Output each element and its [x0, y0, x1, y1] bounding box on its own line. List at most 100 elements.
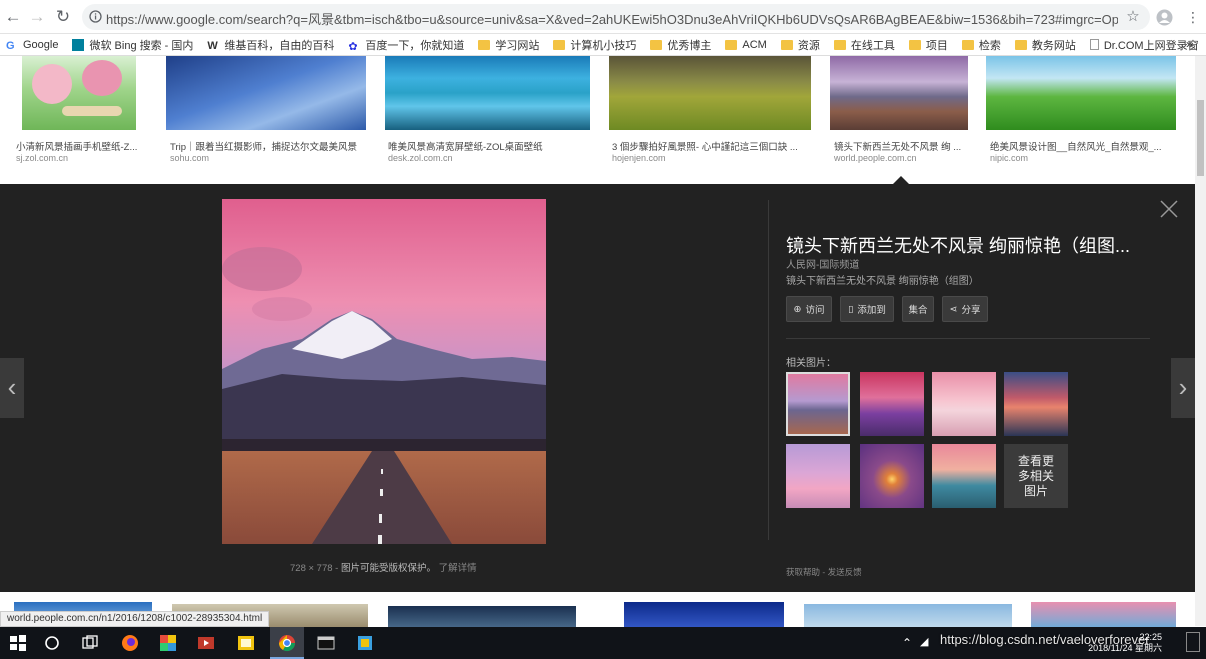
bookmarks-bar: G Google 微软 Bing 搜索 - 国内 W 维基百科，自由的百科 ✿ 百度一… — [0, 34, 1206, 56]
bookmark-drcom[interactable]: Dr.COM上网登录窗 — [1089, 37, 1199, 53]
selection-pointer — [893, 176, 909, 184]
result-thumb[interactable] — [388, 606, 576, 627]
bookmark-google[interactable]: G Google — [6, 39, 58, 52]
bookmark-bing[interactable]: 微软 Bing 搜索 - 国内 — [72, 37, 193, 53]
clock-time: 22:25 — [1139, 632, 1162, 642]
folder-icon — [553, 39, 566, 50]
file-manager-icon[interactable] — [236, 633, 256, 653]
result-title[interactable]: 3 個步驟拍好風景照- 心中謹記這三個口訣 ... — [612, 139, 812, 153]
help-link[interactable]: 获取帮助 — [786, 567, 820, 577]
send-feedback-link[interactable]: 发送反馈 — [828, 567, 862, 577]
result-title[interactable]: 绝美风景设计图__自然风光_自然景观_... — [990, 139, 1170, 153]
bookmark-folder-tips[interactable]: 计算机小技巧 — [553, 37, 636, 53]
results-strip: 小清新风景插画手机壁纸-Z... sj.zol.com.cn Trip｜跟着当红… — [0, 56, 1195, 184]
result-thumb[interactable] — [609, 56, 811, 130]
result-thumb[interactable] — [804, 604, 1012, 627]
bookmark-folder-bloggers[interactable]: 优秀博主 — [650, 37, 711, 53]
related-image[interactable] — [932, 372, 996, 436]
search-icon[interactable] — [42, 633, 62, 653]
share-icon: ⋖ — [949, 303, 958, 315]
forward-icon[interactable]: → — [26, 6, 48, 28]
bookmark-folder-tools[interactable]: 在线工具 — [833, 37, 895, 53]
windows-start-icon[interactable] — [8, 633, 28, 653]
globe-icon: ⊕ — [793, 303, 802, 315]
collection-button[interactable]: 集合 — [902, 296, 934, 322]
chrome-icon — [278, 635, 296, 652]
image-size: 728 × 778 — [290, 563, 333, 574]
related-image[interactable] — [932, 444, 996, 508]
folder-icon — [478, 39, 491, 50]
result-title[interactable]: Trip｜跟着当红摄影师，捕捉达尔文最美风景 — [170, 139, 370, 153]
result-thumb[interactable] — [385, 56, 590, 130]
visit-button[interactable]: ⊕ 访问 — [786, 296, 832, 322]
related-image[interactable] — [860, 372, 924, 436]
bookmark-folder-projects[interactable]: 项目 — [908, 37, 948, 53]
result-title[interactable]: 小清新风景插画手机壁纸-Z... — [16, 139, 156, 153]
folder-icon — [780, 39, 793, 50]
result-thumb[interactable] — [1031, 602, 1176, 627]
google-icon: G — [6, 39, 15, 52]
bookmark-folder-acm[interactable]: ACM — [725, 39, 767, 51]
learn-more-link[interactable]: 了解详情 — [439, 563, 477, 574]
related-images-label: 相关图片： — [786, 358, 836, 369]
bookmark-folder-study[interactable]: 学习网站 — [478, 37, 539, 53]
section-divider — [786, 338, 1150, 339]
related-image[interactable] — [860, 444, 924, 508]
bookmark-folder-academic[interactable]: 教务网站 — [1014, 37, 1076, 53]
link-status-bubble: world.people.com.cn/n1/2016/1208/c1002-2… — [0, 611, 270, 627]
menu-icon[interactable]: ⋮ — [1182, 6, 1204, 28]
feedback-links: 获取帮助 - 发送反馈 — [786, 567, 862, 577]
notification-icon[interactable] — [1186, 632, 1200, 652]
clock-date: 2018/11/24 星期六 — [1088, 643, 1162, 653]
result-domain: world.people.com.cn — [834, 153, 917, 163]
panel-description: 镜头下新西兰无处不风景 绚丽惊艳（组图） — [786, 276, 979, 287]
related-image[interactable] — [786, 444, 850, 508]
result-thumb[interactable] — [166, 56, 366, 130]
app-grid-icon[interactable] — [158, 633, 178, 653]
panel-source[interactable]: 人民网-国际频道 — [786, 256, 859, 271]
related-image[interactable] — [1004, 372, 1068, 436]
bing-icon — [72, 38, 85, 51]
share-button[interactable]: ⋖ 分享 — [942, 296, 988, 322]
bookmark-folder-resources[interactable]: 资源 — [780, 37, 820, 53]
save-to-button[interactable]: ▯ 添加到 — [840, 296, 894, 322]
preview-image[interactable] — [222, 199, 546, 544]
result-title[interactable]: 镜头下新西兰无处不风景 绚 ... — [834, 139, 974, 153]
bookmark-wikipedia[interactable]: W 维基百科，自由的百科 — [207, 37, 334, 53]
result-thumb[interactable] — [986, 56, 1176, 130]
panel-title[interactable]: 镜头下新西兰无处不风景 绚丽惊艳（组图... — [786, 232, 1130, 258]
result-domain: hojenjen.com — [612, 153, 666, 163]
result-domain: desk.zol.com.cn — [388, 153, 453, 163]
related-image[interactable] — [786, 372, 850, 436]
baidu-icon: ✿ — [348, 40, 358, 53]
result-title[interactable]: 唯美风景高清宽屏壁纸-ZOL桌面壁纸 — [388, 139, 588, 153]
firefox-icon[interactable] — [120, 633, 140, 653]
wikipedia-icon: W — [207, 39, 218, 52]
reload-icon[interactable]: ↻ — [52, 6, 74, 28]
url-input[interactable]: https://www.google.com/search?q=风景&tbm=i… — [82, 4, 1150, 30]
profile-icon[interactable] — [1156, 9, 1173, 26]
bookmark-baidu[interactable]: ✿ 百度一下，你就知道 — [348, 37, 464, 53]
terminal-icon[interactable] — [316, 633, 336, 653]
folder-icon — [1014, 39, 1027, 50]
chevron-up-icon[interactable]: ⌃ — [902, 636, 912, 650]
result-thumb-selected[interactable] — [830, 56, 968, 130]
network-icon[interactable]: ◢ — [920, 635, 928, 648]
next-image-button[interactable]: › — [1171, 358, 1195, 418]
taskbar-clock[interactable]: 22:25 2018/11/24 星期六 — [1082, 632, 1162, 654]
more-bookmarks-button[interactable]: » — [1186, 37, 1193, 51]
scrollbar-thumb[interactable] — [1197, 100, 1204, 176]
back-icon[interactable]: ← — [2, 6, 24, 28]
result-thumb[interactable] — [22, 56, 148, 130]
media-player-icon[interactable] — [196, 633, 216, 653]
result-domain: nipic.com — [990, 153, 1029, 163]
task-view-icon[interactable] — [80, 633, 100, 653]
star-icon[interactable]: ☆ — [1122, 6, 1144, 28]
more-related-button[interactable]: 查看更多相关图片 — [1004, 444, 1068, 508]
previous-image-button[interactable]: ‹ — [0, 358, 24, 418]
result-thumb[interactable] — [624, 602, 784, 627]
close-icon[interactable] — [1158, 198, 1180, 220]
image-caption: 728 × 778 - 图片可能受版权保护。 了解详情 — [290, 560, 477, 574]
bookmark-folder-search[interactable]: 检索 — [961, 37, 1001, 53]
app-icon[interactable] — [355, 633, 375, 653]
